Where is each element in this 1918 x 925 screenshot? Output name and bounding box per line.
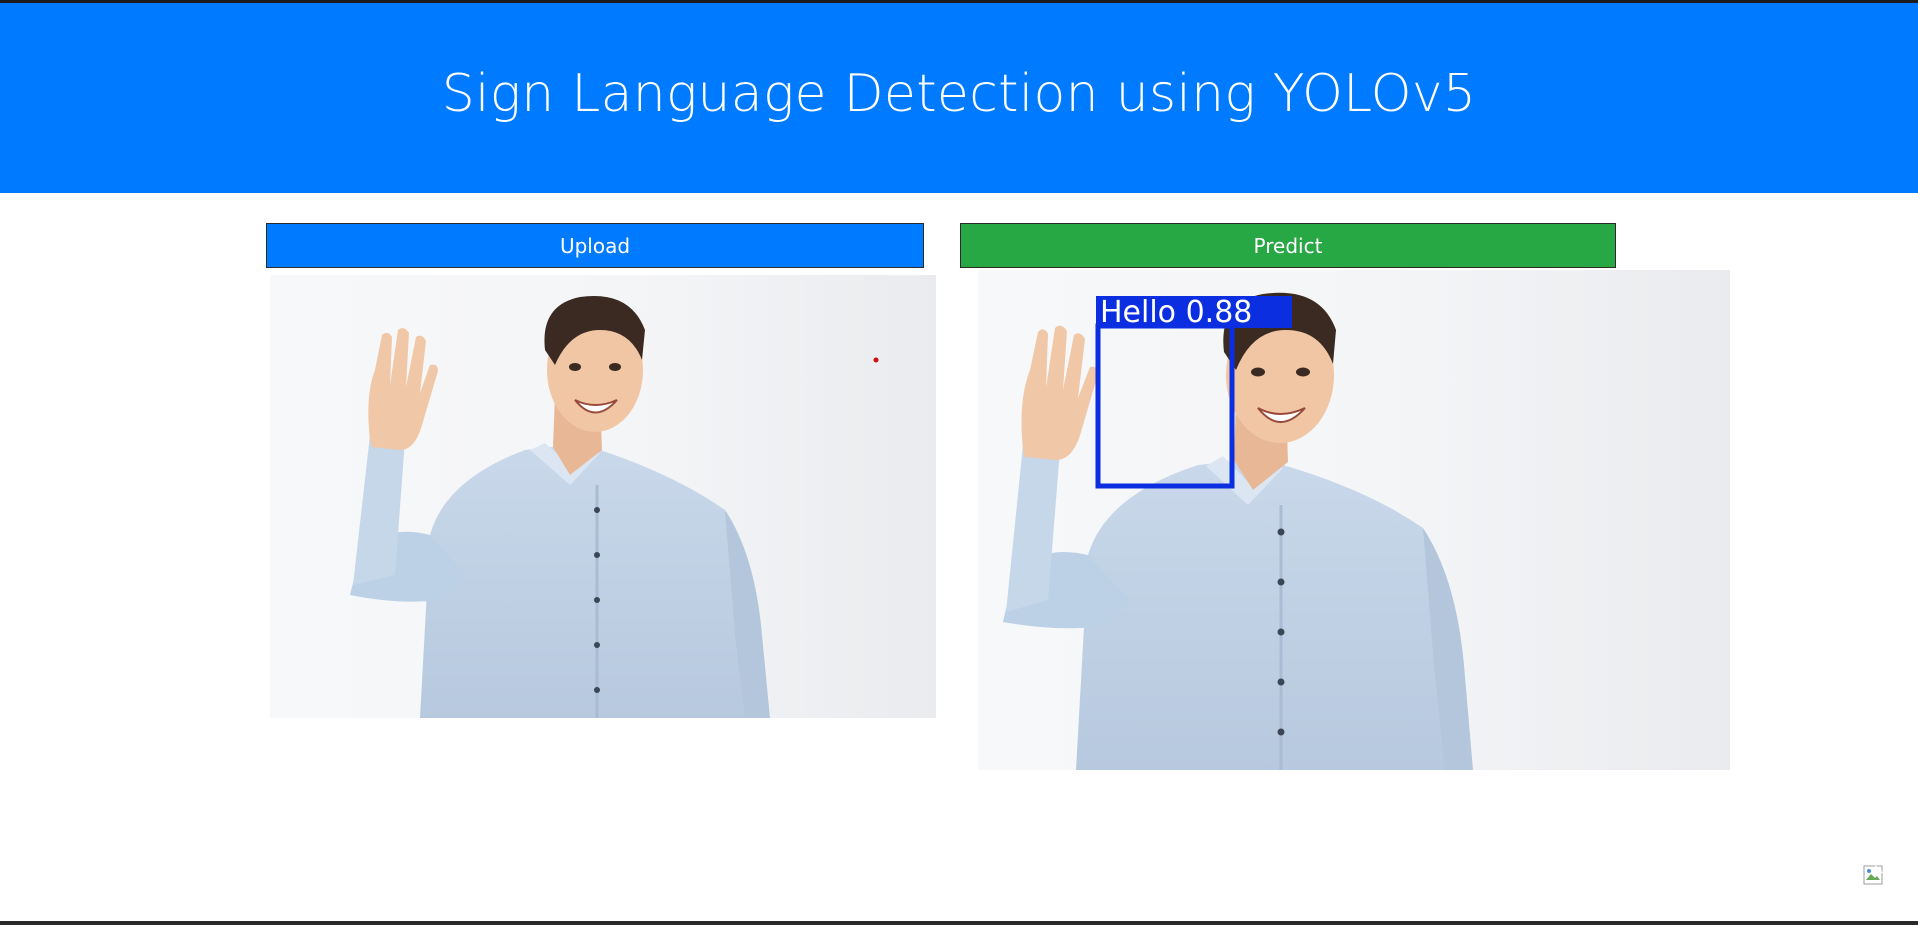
cursor-dot [873, 357, 879, 363]
prediction-photo-graphic: Hello 0.88 [978, 270, 1730, 770]
predict-button[interactable]: Predict [960, 223, 1616, 268]
uploaded-photo-graphic [270, 275, 936, 718]
detection-label: Hello 0.88 [1100, 295, 1252, 330]
page-title: Sign Language Detection using YOLOv5 [441, 64, 1477, 124]
uploaded-image [270, 275, 936, 718]
broken-image-icon [1863, 865, 1883, 885]
page-header: Sign Language Detection using YOLOv5 [0, 3, 1918, 193]
prediction-image: Hello 0.88 [978, 270, 1730, 770]
window-bottom-border [0, 921, 1918, 925]
upload-button[interactable]: Upload [266, 223, 924, 268]
